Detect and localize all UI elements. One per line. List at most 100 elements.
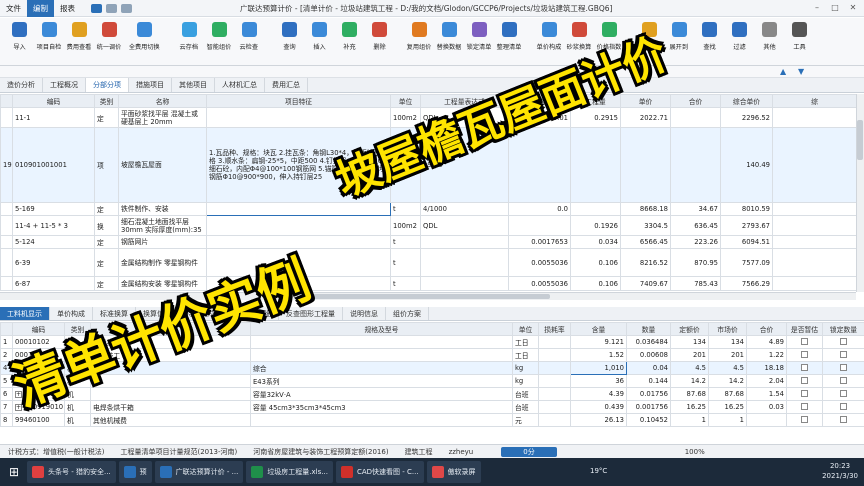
bill-cell-name[interactable]: 平面砂浆找平层 混凝土或硬基层上 20mm [118,107,207,128]
bill-cell-code[interactable]: 6-39 [12,248,95,277]
resource-cell-content[interactable]: 0.439 [570,400,627,414]
bill-cell-content[interactable]: 0.0 [508,202,571,216]
bill-cell-feature[interactable] [206,215,391,236]
bill-cell-content[interactable]: 0.0055036 [508,248,571,277]
ribbon-button-5[interactable]: 云存档 [174,18,204,62]
bill-row[interactable]: 6-39 定金属结构制作 零星钢构件 t 0.0055036 0.106 8216.52 8… [0,248,857,277]
estimate-checkbox-cell[interactable] [786,361,823,375]
hscroll-thumb[interactable] [300,294,550,299]
estimate-checkbox[interactable] [801,415,808,423]
top-tab-0[interactable]: 造价分析 [0,78,43,92]
lock-checkbox[interactable] [840,389,847,397]
bill-cell-price[interactable]: 8216.52 [620,248,671,277]
lock-checkbox-cell[interactable] [822,400,864,414]
bill-cell-type[interactable]: 定 [94,276,119,291]
bill-cell-code[interactable]: 11-4 + 11-5 * 3 [12,215,95,236]
bill-cell-code[interactable]: 11-1 [12,107,95,128]
bill-cell-name[interactable]: 细石混凝土地面找平层 30mm 实际厚度(mm):35 [118,215,207,236]
bill-cell-type[interactable]: 项 [94,127,119,203]
resource-cell-content[interactable]: 9.121 [570,335,627,349]
estimate-checkbox-cell[interactable] [786,374,823,388]
zoom-level[interactable]: 100% [677,448,713,456]
expand-icon[interactable]: + [15,404,22,411]
resource-cell-unit[interactable]: 工日 [512,335,539,349]
estimate-checkbox[interactable] [801,389,808,397]
estimate-checkbox-cell[interactable] [786,413,823,427]
resource-cell-loss[interactable] [538,374,571,388]
resource-cell-idx[interactable]: 8 [0,413,13,427]
horizontal-scrollbar[interactable] [0,292,856,300]
ribbon-button-23[interactable]: 其他 [754,18,784,62]
resource-col-header[interactable]: 含量 [570,322,627,336]
taskbar-item-4[interactable]: CAD快速看图 - C... [335,461,424,483]
resource-cell-spec[interactable]: 容量 45cm3*35cm3*45cm3 [250,400,513,414]
resource-col-header[interactable]: 合价 [746,322,787,336]
ribbon-button-1[interactable]: 项目自检 [34,18,64,62]
bill-cell-code[interactable]: 5-124 [12,235,95,249]
estimate-checkbox[interactable] [801,337,808,345]
resource-cell-unit[interactable]: 元 [512,413,539,427]
lock-checkbox[interactable] [840,350,847,358]
taskbar-item-1[interactable]: 预 [118,461,152,483]
scrollbar-thumb[interactable] [857,120,863,160]
windows-start-icon[interactable]: ⊞ [4,462,24,482]
resource-cell-spec[interactable]: 容量32kV·A [250,387,513,401]
resource-cell-unit[interactable]: kg [512,361,539,375]
resource-col-header[interactable]: 损耗率 [538,322,571,336]
resource-col-header[interactable]: 规格及型号 [250,322,513,336]
ribbon-button-20[interactable]: 展开到 [664,18,694,62]
bill-cell-content[interactable]: 0.0055036 [508,276,571,291]
resource-col-header[interactable] [0,322,13,336]
resource-cell-spec[interactable] [250,335,513,349]
bill-cell-idx[interactable] [0,215,13,236]
bill-cell-qty[interactable] [570,127,621,203]
bill-col-header[interactable] [0,94,13,108]
bill-cell-expr[interactable]: QDL [420,215,509,236]
bottom-tab-8[interactable]: 组价方案 [386,307,429,320]
resource-cell-spec[interactable] [250,348,513,362]
ribbon-button-14[interactable]: 锁定清单 [464,18,494,62]
estimate-checkbox[interactable] [801,350,808,358]
estimate-checkbox-cell[interactable] [786,335,823,349]
ribbon-button-11[interactable]: 删除 [364,18,394,62]
resource-col-header[interactable]: 锁定数量 [822,322,864,336]
taskbar-item-2[interactable]: 广联达预算计价 - ... [154,461,244,483]
resource-cell-type[interactable]: 机 [64,413,91,427]
top-tab-2[interactable]: 分部分项 [86,78,129,92]
resource-cell-total[interactable]: 1.54 [746,387,787,401]
bill-cell-feature[interactable] [206,107,391,128]
bill-cell-unit_price[interactable]: 7566.29 [720,276,773,291]
save-icon[interactable] [91,3,102,13]
bill-cell-name[interactable]: 坡屋檐瓦屋面 [118,127,207,203]
bill-cell-unit_price[interactable]: 2296.52 [720,107,773,128]
taskbar-item-5[interactable]: 傲软录屏 [426,461,481,483]
resource-cell-base[interactable]: 87.68 [670,387,709,401]
taskbar-item-3[interactable]: 垃圾房工程量.xls... [246,461,333,483]
resource-cell-qty[interactable]: 0.144 [626,374,671,388]
resource-cell-base[interactable]: 1 [670,413,709,427]
estimate-checkbox-cell[interactable] [786,387,823,401]
resource-cell-market[interactable]: 87.68 [708,387,747,401]
ribbon-button-13[interactable]: 替换数据 [434,18,464,62]
bill-cell-total[interactable]: 870.95 [670,248,721,277]
ribbon-button-8[interactable]: 查询 [274,18,304,62]
bottom-tab-0[interactable]: 工料机显示 [0,307,50,320]
resource-cell-content[interactable]: 26.13 [570,413,627,427]
estimate-checkbox[interactable] [801,376,808,384]
bill-cell-content[interactable]: 0.0017653 [508,235,571,249]
resource-cell-content[interactable]: 1.52 [570,348,627,362]
bill-cell-idx[interactable] [0,276,13,291]
bill-cell-qty[interactable]: 0.1926 [570,215,621,236]
resource-cell-name[interactable]: 其他机械费 [90,413,251,427]
resource-cell-loss[interactable] [538,361,571,375]
bill-cell-qty[interactable]: 0.106 [570,276,621,291]
bill-cell-unit[interactable]: t [390,248,421,277]
bill-cell-code[interactable]: 010901001001 [12,127,95,203]
resource-col-header[interactable]: 是否暂估 [786,322,823,336]
ribbon-button-9[interactable]: 插入 [304,18,334,62]
bill-row[interactable]: 6-87 定金属结构安装 零星钢构件 t 0.0055036 0.106 7409.67 7… [0,276,857,291]
resource-cell-market[interactable]: 4.5 [708,361,747,375]
bill-cell-code[interactable]: 6-87 [12,276,95,291]
lock-checkbox[interactable] [840,415,847,423]
resource-cell-total[interactable]: 18.18 [746,361,787,375]
